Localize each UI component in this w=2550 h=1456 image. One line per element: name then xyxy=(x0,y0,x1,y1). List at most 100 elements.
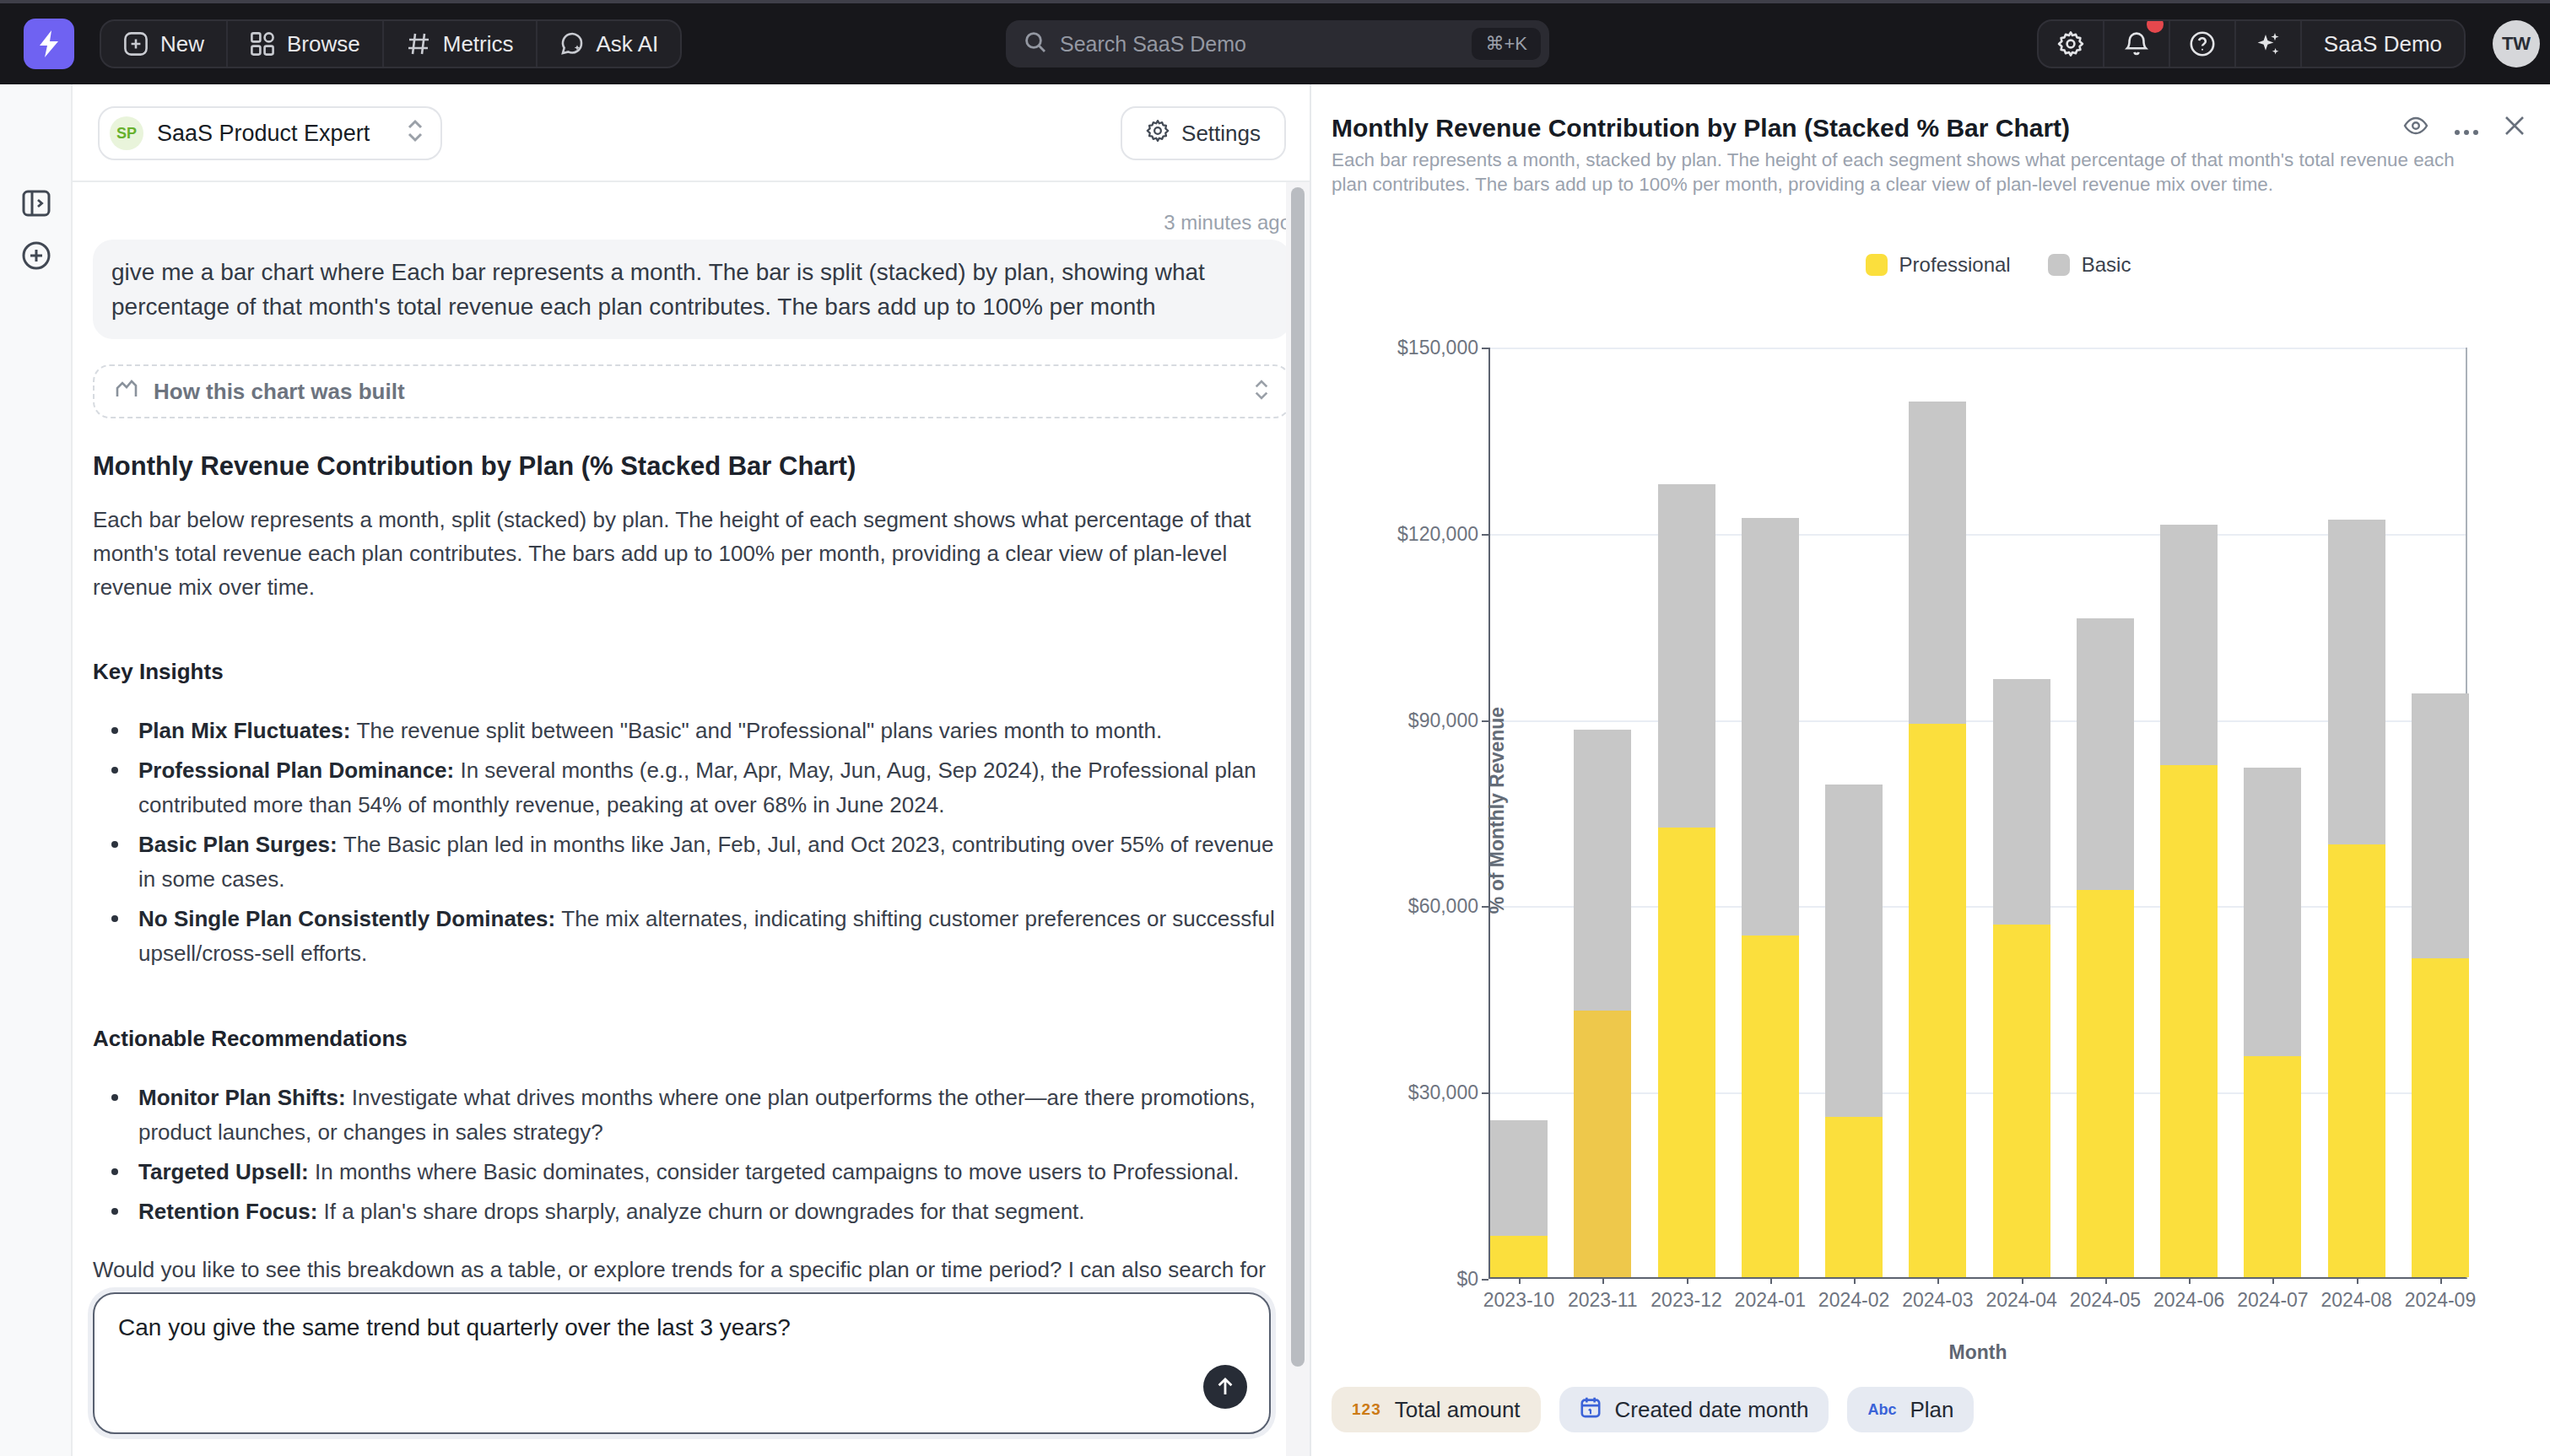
scrollbar-thumb[interactable] xyxy=(1291,187,1305,1367)
y-axis-tick-label: $150,000 xyxy=(1397,337,1478,359)
list-item: Basic Plan Surges: The Basic plan led in… xyxy=(93,828,1286,897)
how-chart-built-toggle[interactable]: How this chart was built xyxy=(93,364,1286,418)
nav-item-new[interactable]: New xyxy=(101,21,228,67)
global-search-input[interactable]: Search SaaS Demo ⌘+K xyxy=(1006,20,1549,67)
bar-segment-professional xyxy=(1574,1011,1631,1277)
bar-segment-professional xyxy=(2412,958,2469,1277)
close-icon[interactable] xyxy=(2504,111,2525,143)
chart-icon xyxy=(115,376,138,407)
chart-panel-description: Each bar represents a month, stacked by … xyxy=(1332,148,2472,197)
bar-segment-professional xyxy=(1909,724,1966,1278)
ai-sparkles-button[interactable] xyxy=(2236,21,2302,67)
more-options-icon[interactable] xyxy=(2454,111,2479,143)
composer-input-value: Can you give the same trend but quarterl… xyxy=(118,1314,1245,1341)
x-axis-tick-label: 2024-03 xyxy=(1902,1289,1973,1312)
new-thread-icon[interactable] xyxy=(19,238,54,280)
workspace-switcher[interactable]: SaaS Demo xyxy=(2302,21,2464,67)
x-axis-tick-label: 2023-12 xyxy=(1650,1289,1721,1312)
bar-segment-professional xyxy=(1825,1117,1883,1277)
collapse-sidebar-icon[interactable] xyxy=(19,186,54,228)
bar-2023-11[interactable] xyxy=(1574,346,1631,1277)
agent-settings-button[interactable]: Settings xyxy=(1121,106,1286,160)
chevron-up-down-icon xyxy=(1254,376,1269,407)
notification-badge xyxy=(2147,19,2164,33)
nav-item-ask-ai[interactable]: Ask AI xyxy=(538,21,681,67)
x-axis-tick-label: 2024-05 xyxy=(2070,1289,2141,1312)
visibility-icon[interactable] xyxy=(2403,111,2428,143)
user-avatar[interactable]: TW xyxy=(2493,20,2540,67)
field-chip-plan[interactable]: AbcPlan xyxy=(1847,1387,1974,1432)
bar-2023-12[interactable] xyxy=(1658,346,1715,1277)
chat-scrollbar[interactable] xyxy=(1286,182,1310,1456)
chart-panel-title: Monthly Revenue Contribution by Plan (St… xyxy=(1332,111,2347,145)
agent-name: SaaS Product Expert xyxy=(157,121,393,147)
settings-gear-button[interactable] xyxy=(2039,21,2104,67)
x-axis-title: Month xyxy=(1488,1341,2467,1364)
bar-segment-professional xyxy=(2077,890,2134,1277)
help-button[interactable] xyxy=(2170,21,2236,67)
bar-2024-03[interactable] xyxy=(1909,346,1966,1277)
plus-square-icon xyxy=(123,31,149,57)
y-axis-tick-label: $120,000 xyxy=(1397,522,1478,545)
x-axis-tick-label: 2023-10 xyxy=(1483,1289,1554,1312)
bar-segment-basic xyxy=(1825,785,1883,1117)
y-axis-tick-label: $60,000 xyxy=(1408,895,1478,918)
bar-segment-basic xyxy=(2412,693,2469,958)
bell-icon xyxy=(2123,30,2150,57)
gear-icon xyxy=(2057,30,2084,57)
bar-2024-07[interactable] xyxy=(2244,346,2301,1277)
y-axis-tick-label: $0 xyxy=(1456,1268,1478,1291)
bar-segment-professional xyxy=(1658,828,1715,1277)
assistant-message: Monthly Revenue Contribution by Plan (% … xyxy=(93,449,1286,1320)
field-chip-label: Plan xyxy=(1910,1397,1953,1423)
nav-item-label: Ask AI xyxy=(597,31,659,57)
app-logo[interactable] xyxy=(24,19,74,69)
bar-segment-basic xyxy=(2160,525,2218,765)
bar-2024-06[interactable] xyxy=(2160,346,2218,1277)
bar-2024-01[interactable] xyxy=(1742,346,1799,1277)
search-shortcut-badge: ⌘+K xyxy=(1472,28,1541,60)
search-placeholder: Search SaaS Demo xyxy=(1060,32,1472,57)
hash-icon xyxy=(406,31,431,57)
chat-header: SP SaaS Product Expert Settings xyxy=(73,84,1310,182)
field-chip-total-amount[interactable]: 123Total amount xyxy=(1332,1387,1541,1432)
bar-segment-basic xyxy=(2328,520,2385,844)
user-message-bubble: give me a bar chart where Each bar repre… xyxy=(93,240,1286,339)
chat-composer[interactable]: Can you give the same trend but quarterl… xyxy=(93,1292,1271,1434)
app-root: New Browse Metrics Ask AI Search SaaS De… xyxy=(0,0,2550,1456)
field-chip-created-date-month[interactable]: Created date month xyxy=(1559,1387,1829,1432)
bar-2023-10[interactable] xyxy=(1490,346,1548,1277)
nav-item-metrics[interactable]: Metrics xyxy=(384,21,538,67)
y-axis-tick-label: $30,000 xyxy=(1408,1081,1478,1104)
agent-selector[interactable]: SP SaaS Product Expert xyxy=(98,106,442,160)
lightning-bolt-icon xyxy=(37,30,61,57)
bar-segment-professional xyxy=(1993,925,2050,1277)
bar-segment-basic xyxy=(1909,402,1966,724)
notifications-button[interactable] xyxy=(2104,21,2170,67)
x-axis-tick-label: 2024-09 xyxy=(2405,1289,2476,1312)
nav-actions-group: New Browse Metrics Ask AI xyxy=(100,19,682,68)
bar-segment-professional xyxy=(2328,844,2385,1277)
stacked-bar-chart: $0$30,000$60,000$90,000$120,000$150,000%… xyxy=(1311,253,2550,1456)
sparkles-icon xyxy=(2255,30,2282,57)
send-button[interactable] xyxy=(1203,1365,1247,1409)
settings-label: Settings xyxy=(1181,121,1261,147)
bar-2024-02[interactable] xyxy=(1825,346,1883,1277)
insight-list: Monitor Plan Shifts: Investigate what dr… xyxy=(93,1081,1286,1229)
workspace-name: SaaS Demo xyxy=(2324,31,2442,57)
bar-2024-05[interactable] xyxy=(2077,346,2134,1277)
bar-2024-09[interactable] xyxy=(2412,346,2469,1277)
nav-item-browse[interactable]: Browse xyxy=(228,21,384,67)
grid-icon xyxy=(250,31,275,57)
field-chip-label: Total amount xyxy=(1395,1397,1521,1423)
chat-message-list: 3 minutes ago give me a bar chart where … xyxy=(73,182,1286,1456)
x-axis-tick-label: 2024-06 xyxy=(2153,1289,2224,1312)
bar-segment-basic xyxy=(1574,730,1631,1011)
bar-segment-professional xyxy=(1490,1236,1548,1277)
field-chip-label: Created date month xyxy=(1615,1397,1809,1423)
top-nav: New Browse Metrics Ask AI Search SaaS De… xyxy=(0,3,2550,84)
bar-2024-08[interactable] xyxy=(2328,346,2385,1277)
search-icon xyxy=(1024,29,1046,60)
insight-list: Plan Mix Fluctuates: The revenue split b… xyxy=(93,714,1286,971)
bar-2024-04[interactable] xyxy=(1993,346,2050,1277)
